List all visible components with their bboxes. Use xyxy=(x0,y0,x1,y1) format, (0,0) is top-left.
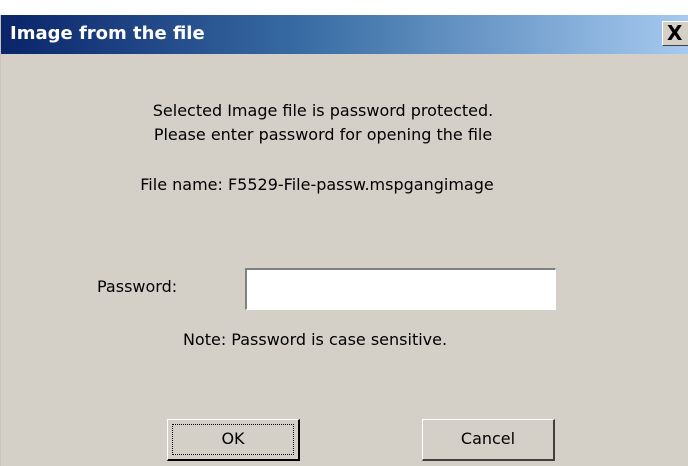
cancel-button-label: Cancel xyxy=(460,429,516,448)
title-bar[interactable]: Image from the file X xyxy=(1,15,688,54)
file-name-label: File name: F5529-File-passw.mspgangimage xyxy=(140,175,494,194)
password-note: Note: Password is case sensitive. xyxy=(182,330,448,349)
close-icon: X xyxy=(667,21,683,45)
cancel-button[interactable]: Cancel xyxy=(422,419,555,461)
message-line-2: Please enter password for opening the fi… xyxy=(153,125,493,144)
ok-button-label: OK xyxy=(221,429,245,448)
password-input[interactable] xyxy=(245,268,556,310)
message-line-1: Selected Image file is password protecte… xyxy=(152,101,494,120)
ok-button[interactable]: OK xyxy=(167,419,300,461)
password-label: Password: xyxy=(97,277,178,296)
close-button[interactable]: X xyxy=(662,21,688,46)
window-title: Image from the file xyxy=(10,23,205,44)
password-dialog: Image from the file X Selected Image fil… xyxy=(0,15,688,466)
